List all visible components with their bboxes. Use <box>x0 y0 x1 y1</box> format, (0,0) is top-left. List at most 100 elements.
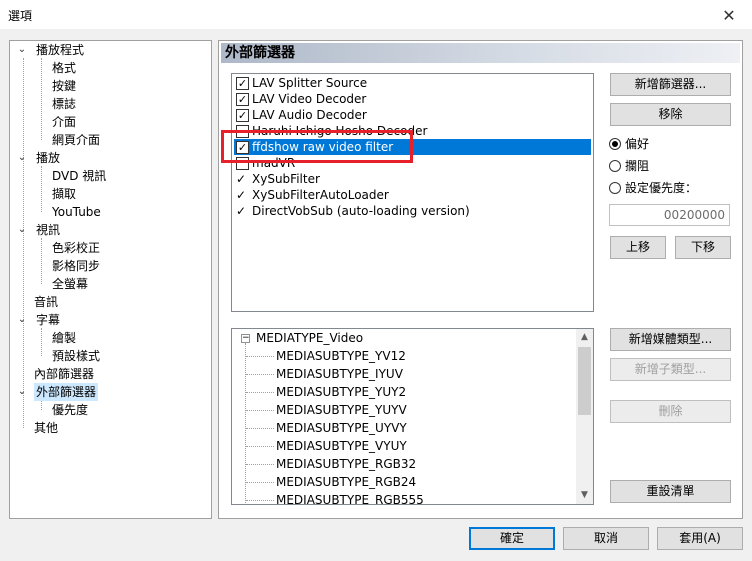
tree-item-label: 按鍵 <box>52 79 77 93</box>
checkmark-icon[interactable]: ✓ <box>236 203 249 219</box>
media-subtype-item[interactable]: MEDIASUBTYPE_YUY2 <box>276 383 406 401</box>
tree-item-label: 介面 <box>52 115 77 129</box>
checkmark-icon[interactable]: ✓ <box>236 187 249 203</box>
radio-unselected-icon[interactable] <box>609 182 621 194</box>
tree-line <box>246 410 274 411</box>
filter-name: XySubFilterAutoLoader <box>252 188 389 202</box>
tree-item-label: 視訊 <box>36 223 61 237</box>
filter-item[interactable]: ✓ LAV Video Decoder <box>234 91 591 107</box>
move-down-button[interactable]: 下移 <box>675 236 731 259</box>
window-title: 選項 <box>8 9 33 23</box>
radio-unselected-icon[interactable] <box>609 160 621 172</box>
filter-name: DirectVobSub (auto-loading version) <box>252 204 470 218</box>
tree-line <box>23 58 24 428</box>
tree-line <box>246 392 274 393</box>
radio-label: 偏好 <box>625 137 650 151</box>
filter-list[interactable]: ✓ LAV Splitter Source ✓ LAV Video Decode… <box>231 73 594 312</box>
tree-item-label: 音訊 <box>34 295 59 309</box>
tree-line <box>41 166 42 212</box>
radio-label: 攔阻 <box>625 159 650 173</box>
tree-line <box>41 400 42 410</box>
add-filter-button[interactable]: 新增篩選器... <box>610 73 731 96</box>
tree-item-label: 其他 <box>34 421 59 435</box>
tree-item-label: 播放程式 <box>36 43 85 57</box>
tree-line <box>246 500 274 501</box>
collapse-icon[interactable]: − <box>241 334 250 343</box>
add-media-type-button[interactable]: 新增媒體類型... <box>610 328 731 351</box>
tree-item-label: 網頁介面 <box>52 133 101 147</box>
checkbox-checked-icon[interactable]: ✓ <box>236 93 249 106</box>
media-subtype-item[interactable]: MEDIASUBTYPE_YV12 <box>276 347 406 365</box>
chevron-down-icon[interactable]: ⌄ <box>16 149 28 167</box>
tree-line <box>41 58 42 140</box>
checkmark-icon[interactable]: ✓ <box>236 171 249 187</box>
media-subtype-item[interactable]: MEDIASUBTYPE_RGB32 <box>276 455 416 473</box>
tree-line <box>245 343 246 503</box>
tree-line <box>246 464 274 465</box>
tree-item-label: 標誌 <box>52 97 77 111</box>
highlight-annotation <box>221 130 413 163</box>
filter-item[interactable]: ✓ LAV Splitter Source <box>234 75 591 91</box>
filter-name: LAV Audio Decoder <box>252 108 367 122</box>
tree-item-label: 全螢幕 <box>52 277 89 291</box>
tree-item-label: 優先度 <box>52 403 89 417</box>
tree-line <box>246 482 274 483</box>
tree-line <box>41 328 42 356</box>
media-subtype-item[interactable]: MEDIASUBTYPE_RGB24 <box>276 473 416 491</box>
page-title: 外部篩選器 <box>221 43 740 63</box>
tree-line <box>246 374 274 375</box>
tree-item-label: 擷取 <box>52 187 77 201</box>
tree-line <box>246 428 274 429</box>
media-type-list[interactable]: − MEDIATYPE_Video MEDIASUBTYPE_YV12 MEDI… <box>231 328 594 505</box>
move-up-button[interactable]: 上移 <box>610 236 666 259</box>
media-subtype-item[interactable]: MEDIASUBTYPE_VYUY <box>276 437 407 455</box>
tree-item-label: 播放 <box>36 151 61 165</box>
tree-line <box>246 446 274 447</box>
media-subtype-item[interactable]: MEDIASUBTYPE_UYVY <box>276 419 407 437</box>
tree-item-label: YouTube <box>52 205 101 219</box>
apply-button[interactable]: 套用(A) <box>657 527 743 550</box>
media-type-root[interactable]: MEDIATYPE_Video <box>256 329 363 347</box>
chevron-down-icon[interactable]: ⌄ <box>16 221 28 239</box>
radio-label: 設定優先度： <box>625 181 698 195</box>
filter-item[interactable]: ✓ XySubFilter <box>234 171 591 187</box>
filter-name: LAV Video Decoder <box>252 92 367 106</box>
reset-list-button[interactable]: 重設清單 <box>610 480 731 503</box>
tree-item-label: 色彩校正 <box>52 241 101 255</box>
delete-button[interactable]: 刪除 <box>610 400 731 423</box>
tree-line <box>41 238 42 284</box>
chevron-down-icon[interactable]: ⌄ <box>16 311 28 329</box>
tree-item-label: 繪製 <box>52 331 77 345</box>
scroll-up-icon[interactable]: ▲ <box>576 329 593 346</box>
filter-item[interactable]: ✓ LAV Audio Decoder <box>234 107 591 123</box>
scroll-down-icon[interactable]: ▼ <box>576 487 593 504</box>
media-subtype-item[interactable]: MEDIASUBTYPE_RGB555 <box>276 491 424 504</box>
tree-item-label: 格式 <box>52 61 77 75</box>
options-tree[interactable]: ⌄ 播放程式 格式 按鍵 標誌 介面 網頁介面 ⌄ 播放 DVD 視訊 擷取 Y… <box>9 40 212 519</box>
tree-item-label: 外部篩選器 <box>34 383 99 401</box>
radio-selected-icon[interactable] <box>609 138 621 150</box>
filter-item[interactable]: ✓ DirectVobSub (auto-loading version) <box>234 203 591 219</box>
title-bar: 選項 ✕ <box>0 0 752 30</box>
filter-item[interactable]: ✓ XySubFilterAutoLoader <box>234 187 591 203</box>
checkbox-checked-icon[interactable]: ✓ <box>236 77 249 90</box>
ok-button[interactable]: 確定 <box>469 527 555 550</box>
tree-item-label: 預設樣式 <box>52 349 101 363</box>
checkbox-checked-icon[interactable]: ✓ <box>236 109 249 122</box>
priority-input[interactable]: 00200000 <box>609 204 730 226</box>
cancel-button[interactable]: 取消 <box>563 527 649 550</box>
tree-item-label: 字幕 <box>36 313 61 327</box>
remove-filter-button[interactable]: 移除 <box>610 103 731 126</box>
tree-item-label: 內部篩選器 <box>34 367 95 381</box>
vertical-scrollbar[interactable]: ▲ ▼ <box>576 329 593 504</box>
chevron-down-icon[interactable]: ⌄ <box>16 41 28 59</box>
chevron-down-icon[interactable]: ⌄ <box>16 383 28 401</box>
tree-item-label: DVD 視訊 <box>52 169 107 183</box>
tree-line <box>246 356 274 357</box>
scroll-thumb[interactable] <box>578 347 591 415</box>
media-subtype-item[interactable]: MEDIASUBTYPE_IYUV <box>276 365 403 383</box>
filter-name: XySubFilter <box>252 172 320 186</box>
close-icon[interactable]: ✕ <box>706 0 752 30</box>
media-subtype-item[interactable]: MEDIASUBTYPE_YUYV <box>276 401 407 419</box>
add-subtype-button[interactable]: 新增子類型... <box>610 358 731 381</box>
